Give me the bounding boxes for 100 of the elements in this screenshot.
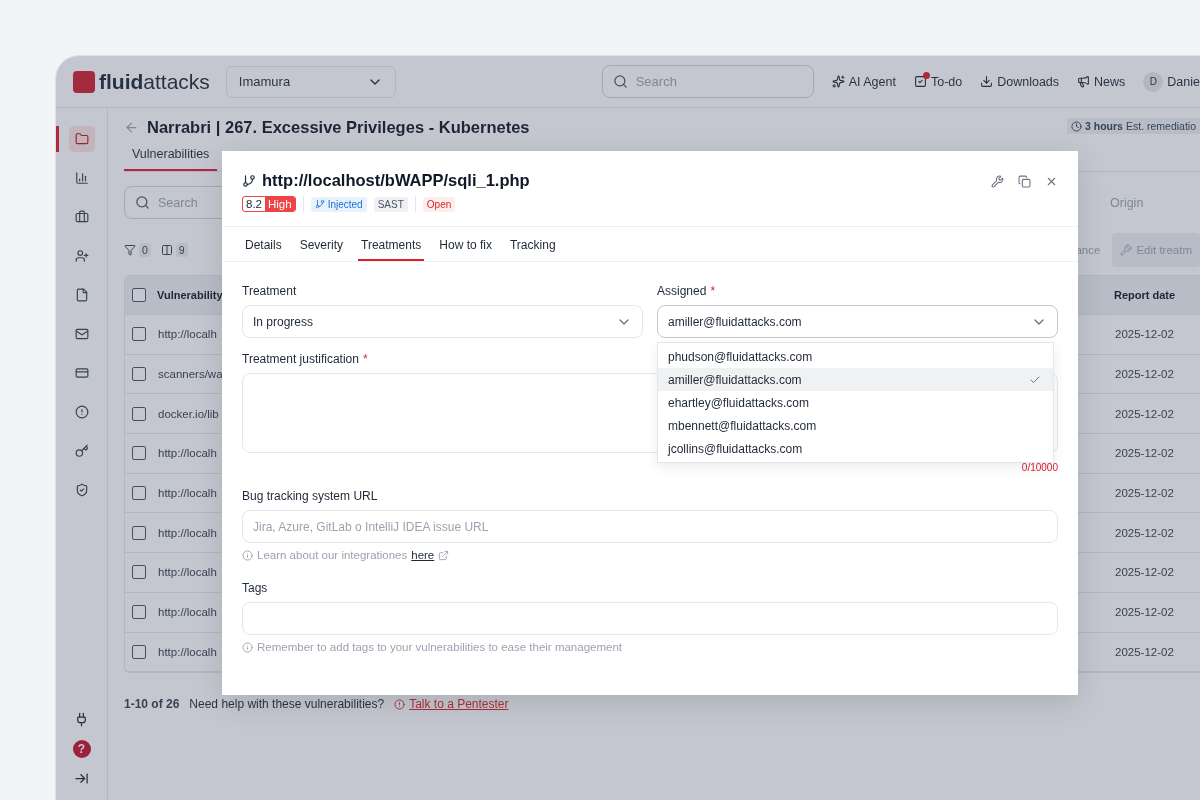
table-cell: 2025-12-02 <box>1115 447 1174 460</box>
treatment-select[interactable]: In progress <box>242 305 643 338</box>
url-field[interactable]: Jira, Azure, GitLab o IntelliJ IDEA issue URL <box>242 510 1058 543</box>
plug-icon[interactable] <box>74 712 89 727</box>
pentester-link[interactable]: Talk to a Pentester <box>394 697 509 712</box>
table-cell: http://localh <box>158 526 217 539</box>
logo-icon <box>73 70 95 93</box>
close-icon[interactable] <box>1045 175 1058 188</box>
filter-button[interactable]: 0 <box>124 243 151 257</box>
info-icon <box>242 641 253 653</box>
dropdown-option[interactable]: jcollins@fluidattacks.com <box>658 437 1053 460</box>
sparkle-icon <box>831 75 845 88</box>
table-cell: 2025-12-02 <box>1115 368 1174 381</box>
table-cell: 2025-12-02 <box>1115 606 1174 619</box>
filter-icon <box>124 244 136 256</box>
wrench-icon <box>1120 244 1133 256</box>
remediation-estimate: 3 hours Est. remediatio <box>1067 118 1200 134</box>
dropdown-option[interactable]: ehartley@fluidattacks.com <box>658 391 1053 414</box>
column-header[interactable]: Vulnerability <box>157 289 223 301</box>
row-checkbox[interactable] <box>132 406 146 421</box>
dropdown-option[interactable]: mbennett@fluidattacks.com <box>658 414 1053 437</box>
table-cell: 2025-12-02 <box>1115 407 1174 420</box>
nav-link[interactable]: News <box>1077 74 1126 89</box>
required-mark: * <box>362 352 368 366</box>
page-tab[interactable]: Vulnerabilities <box>124 145 218 171</box>
branch-icon <box>314 199 325 209</box>
modal-tab[interactable]: Severity <box>296 227 347 261</box>
table-cell: scanners/wa <box>158 368 223 381</box>
severity-score: 8.2 High <box>242 196 296 212</box>
dropdown-option[interactable]: amiller@fluidattacks.com <box>658 368 1053 391</box>
row-checkbox[interactable] <box>132 525 146 540</box>
page-title: Narrabri | 267. Excessive Privileges - Kubernetes <box>147 118 530 137</box>
modal-title: http://localhost/bWAPP/sqli_1.php <box>262 171 530 190</box>
tag: SAST <box>373 196 408 212</box>
character-counter: 0/10000 <box>1021 462 1058 473</box>
modal-tab[interactable]: How to fix <box>436 227 495 261</box>
field-label: Assigned <box>657 284 707 298</box>
required-mark: * <box>710 284 716 298</box>
columns-button[interactable]: 9 <box>160 243 188 257</box>
row-checkbox[interactable] <box>132 565 146 580</box>
table-cell: http://localh <box>158 447 217 460</box>
table-cell: 2025-12-02 <box>1115 526 1174 539</box>
logo: fluidattacks <box>99 69 210 94</box>
column-header[interactable]: Report date <box>1114 289 1176 301</box>
row-checkbox[interactable] <box>132 327 146 342</box>
help-button[interactable]: ? <box>72 740 91 758</box>
info-icon <box>242 549 253 561</box>
alert-icon <box>394 698 406 710</box>
clock-icon <box>1071 120 1083 132</box>
branch-icon <box>242 173 256 188</box>
row-checkbox[interactable] <box>132 446 146 461</box>
user-menu[interactable]: D Danie <box>1143 71 1200 92</box>
row-checkbox[interactable] <box>132 644 146 659</box>
tags-field[interactable] <box>242 602 1058 635</box>
row-checkbox[interactable] <box>132 367 146 382</box>
download-icon <box>980 75 994 88</box>
columns-icon <box>160 244 173 256</box>
table-cell: http://localh <box>158 328 217 341</box>
table-cell: http://localh <box>158 487 217 500</box>
table-cell: 2025-12-02 <box>1115 566 1174 579</box>
expand-icon[interactable] <box>74 771 89 786</box>
table-cell: http://localh <box>158 566 217 579</box>
wrench-icon[interactable] <box>991 175 1004 188</box>
modal-tab[interactable]: Details <box>242 227 285 261</box>
tag: Injected <box>310 196 367 212</box>
modal-tab[interactable]: Treatments <box>358 227 425 261</box>
field-label: Treatment <box>242 284 297 298</box>
row-checkbox[interactable] <box>132 605 146 620</box>
external-link-icon <box>438 549 450 561</box>
copy-icon[interactable] <box>1018 175 1031 188</box>
table-cell: 2025-12-02 <box>1115 645 1174 658</box>
assigned-select[interactable]: amiller@fluidattacks.com <box>657 305 1058 338</box>
organization-select[interactable]: Imamura <box>225 65 396 98</box>
field-label: Tags <box>242 581 268 595</box>
nav-link[interactable]: To-do <box>913 74 963 89</box>
select-all-checkbox[interactable] <box>132 288 146 302</box>
folder-icon <box>68 126 95 152</box>
avatar: D <box>1143 71 1164 92</box>
table-cell: http://localh <box>158 606 217 619</box>
dropdown-option[interactable]: phudson@fluidattacks.com <box>658 345 1053 368</box>
table-cell: docker.io/lib <box>158 407 219 420</box>
nav-link[interactable]: Downloads <box>980 74 1060 89</box>
status-tag: Open <box>422 196 456 212</box>
pagination-range: 1-10 of 26 <box>124 697 180 712</box>
hint-text: Remember to add tags to your vulnerabilities to ease their management <box>257 641 622 653</box>
field-label: Treatment justification <box>242 352 359 366</box>
here-link[interactable]: here <box>411 549 435 561</box>
field-label: Bug tracking system URL <box>242 489 378 503</box>
nav-link[interactable]: AI Agent <box>831 74 896 89</box>
modal-tab[interactable]: Tracking <box>507 227 559 261</box>
checkbox-icon <box>913 75 927 88</box>
row-checkbox[interactable] <box>132 486 146 501</box>
help-text: Need help with these vulnerabilities? <box>189 697 385 712</box>
table-cell: 2025-12-02 <box>1115 487 1174 500</box>
table-cell: 2025-12-02 <box>1115 328 1174 341</box>
hint-text: Learn about our integrationes <box>257 549 408 561</box>
megaphone-icon <box>1077 75 1091 88</box>
search-icon <box>135 195 150 210</box>
search-icon <box>612 74 628 89</box>
table-cell: http://localh <box>158 645 217 658</box>
